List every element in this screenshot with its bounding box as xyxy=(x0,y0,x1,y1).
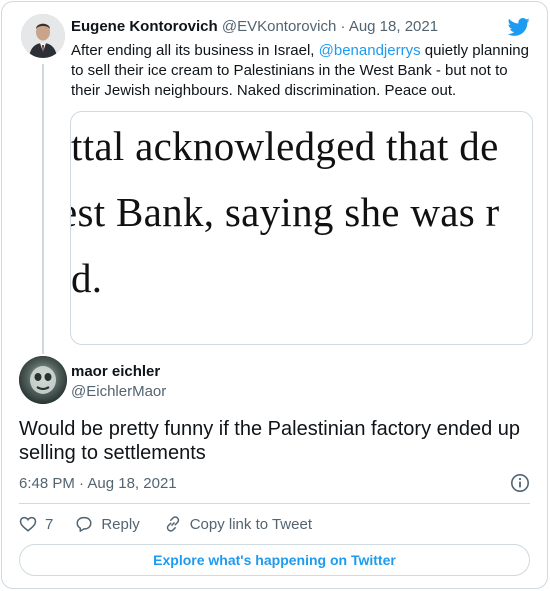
copy-link-label: Copy link to Tweet xyxy=(189,515,312,533)
media-text-line-3: d. xyxy=(71,255,103,301)
reply-tweet-timestamp[interactable]: 6:48 PM · Aug 18, 2021 xyxy=(19,475,177,493)
meta-separator: · xyxy=(79,475,85,492)
heart-icon xyxy=(19,516,37,532)
parent-author-handle[interactable]: @EVKontorovich xyxy=(222,18,336,35)
twitter-bird-icon[interactable] xyxy=(507,16,531,38)
thread-connector-line xyxy=(42,64,44,354)
parent-tweet-date[interactable]: Aug 18, 2021 xyxy=(349,18,438,35)
parent-text-part-1: After ending all its business in Israel, xyxy=(71,42,319,59)
reply-author-handle[interactable]: @EichlerMaor xyxy=(71,383,166,401)
reply-author-avatar[interactable] xyxy=(19,356,67,404)
header-separator: · xyxy=(340,18,346,35)
explore-label: Explore what's happening on Twitter xyxy=(153,552,396,568)
reply-button[interactable]: Reply xyxy=(75,515,140,533)
divider xyxy=(19,503,530,504)
mention-link[interactable]: @benandjerrys xyxy=(319,42,421,59)
explore-twitter-button[interactable]: Explore what's happening on Twitter xyxy=(19,544,530,576)
parent-author-name[interactable]: Eugene Kontorovich xyxy=(71,18,218,35)
like-button[interactable]: 7 xyxy=(19,515,53,533)
parent-tweet-media-image[interactable]: ttal acknowledged that de est Bank, sayi… xyxy=(70,111,533,345)
embedded-tweet-card: Eugene Kontorovich @EVKontorovich · Aug … xyxy=(1,1,548,589)
parent-author-avatar[interactable] xyxy=(21,14,65,58)
copy-link-button[interactable]: Copy link to Tweet xyxy=(164,515,312,533)
media-text-line-2: est Bank, saying she was r xyxy=(70,189,500,235)
parent-tweet-header: Eugene Kontorovich @EVKontorovich · Aug … xyxy=(71,18,438,36)
reply-author-name[interactable]: maor eichler xyxy=(71,363,160,381)
reply-tweet-text: Would be pretty funny if the Palestinian… xyxy=(19,418,521,464)
tweet-date: Aug 18, 2021 xyxy=(87,475,177,492)
tweet-time: 6:48 PM xyxy=(19,475,75,492)
reply-label: Reply xyxy=(101,515,140,533)
link-icon xyxy=(166,516,179,532)
tweet-actions-bar: 7 Reply Copy link to Tweet xyxy=(19,513,312,535)
media-text-line-1: ttal acknowledged that de xyxy=(71,123,499,169)
like-count: 7 xyxy=(45,515,54,533)
parent-tweet-text: After ending all its business in Israel,… xyxy=(71,41,531,101)
info-icon[interactable] xyxy=(510,473,530,493)
reply-bubble-icon xyxy=(76,516,92,532)
